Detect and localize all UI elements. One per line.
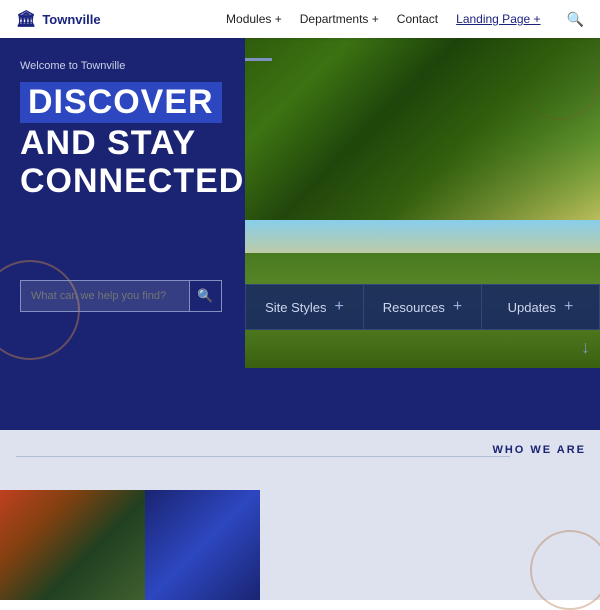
tab-updates-label: Updates <box>508 300 556 315</box>
tab-site-styles[interactable]: Site Styles + <box>246 285 364 329</box>
logo-text: Townville <box>42 12 100 27</box>
who-label: WHO WE ARE <box>492 444 586 456</box>
bottom-images <box>0 490 260 600</box>
hero-welcome: Welcome to Townville <box>20 60 244 72</box>
nav-modules[interactable]: Modules + <box>226 12 282 26</box>
tab-resources[interactable]: Resources + <box>364 285 482 329</box>
hero-section: Welcome to Townville DISCOVER AND STAY C… <box>0 0 600 430</box>
nav-links: Modules + Departments + Contact Landing … <box>226 11 584 28</box>
hero-discover: DISCOVER <box>20 82 222 123</box>
search-btn-icon: 🔍 <box>197 288 213 304</box>
hero-text-block: Welcome to Townville DISCOVER AND STAY C… <box>20 60 244 200</box>
search-icon[interactable]: 🔍 <box>567 11 584 28</box>
tab-site-styles-plus: + <box>335 298 344 316</box>
deco-circle-br <box>530 530 600 610</box>
nav-landing[interactable]: Landing Page + <box>456 12 540 26</box>
tab-site-styles-label: Site Styles <box>265 300 326 315</box>
search-button[interactable]: 🔍 <box>190 280 222 312</box>
logo[interactable]: 🏛 Townville <box>16 9 126 29</box>
bottom-image-1 <box>0 490 145 600</box>
hero-connected: CONNECTED <box>20 163 244 200</box>
tree-overlay <box>245 38 600 220</box>
tab-updates[interactable]: Updates + <box>482 285 599 329</box>
scroll-down-arrow[interactable]: ↓ <box>581 337 590 358</box>
bottom-image-2 <box>145 490 260 600</box>
hero-and-stay: AND STAY <box>20 125 244 162</box>
tab-updates-plus: + <box>564 298 573 316</box>
hero-search-bar: 🔍 <box>20 280 222 312</box>
who-divider <box>16 456 510 457</box>
tab-resources-label: Resources <box>383 300 445 315</box>
navbar: 🏛 Townville Modules + Departments + Cont… <box>0 0 600 38</box>
tab-resources-plus: + <box>453 298 462 316</box>
logo-icon: 🏛 <box>16 9 36 29</box>
hero-tabs-bar: Site Styles + Resources + Updates + <box>245 284 600 330</box>
nav-contact[interactable]: Contact <box>397 12 438 26</box>
who-section: WHO WE ARE <box>0 430 600 600</box>
search-input[interactable] <box>20 280 190 312</box>
nav-departments[interactable]: Departments + <box>300 12 379 26</box>
